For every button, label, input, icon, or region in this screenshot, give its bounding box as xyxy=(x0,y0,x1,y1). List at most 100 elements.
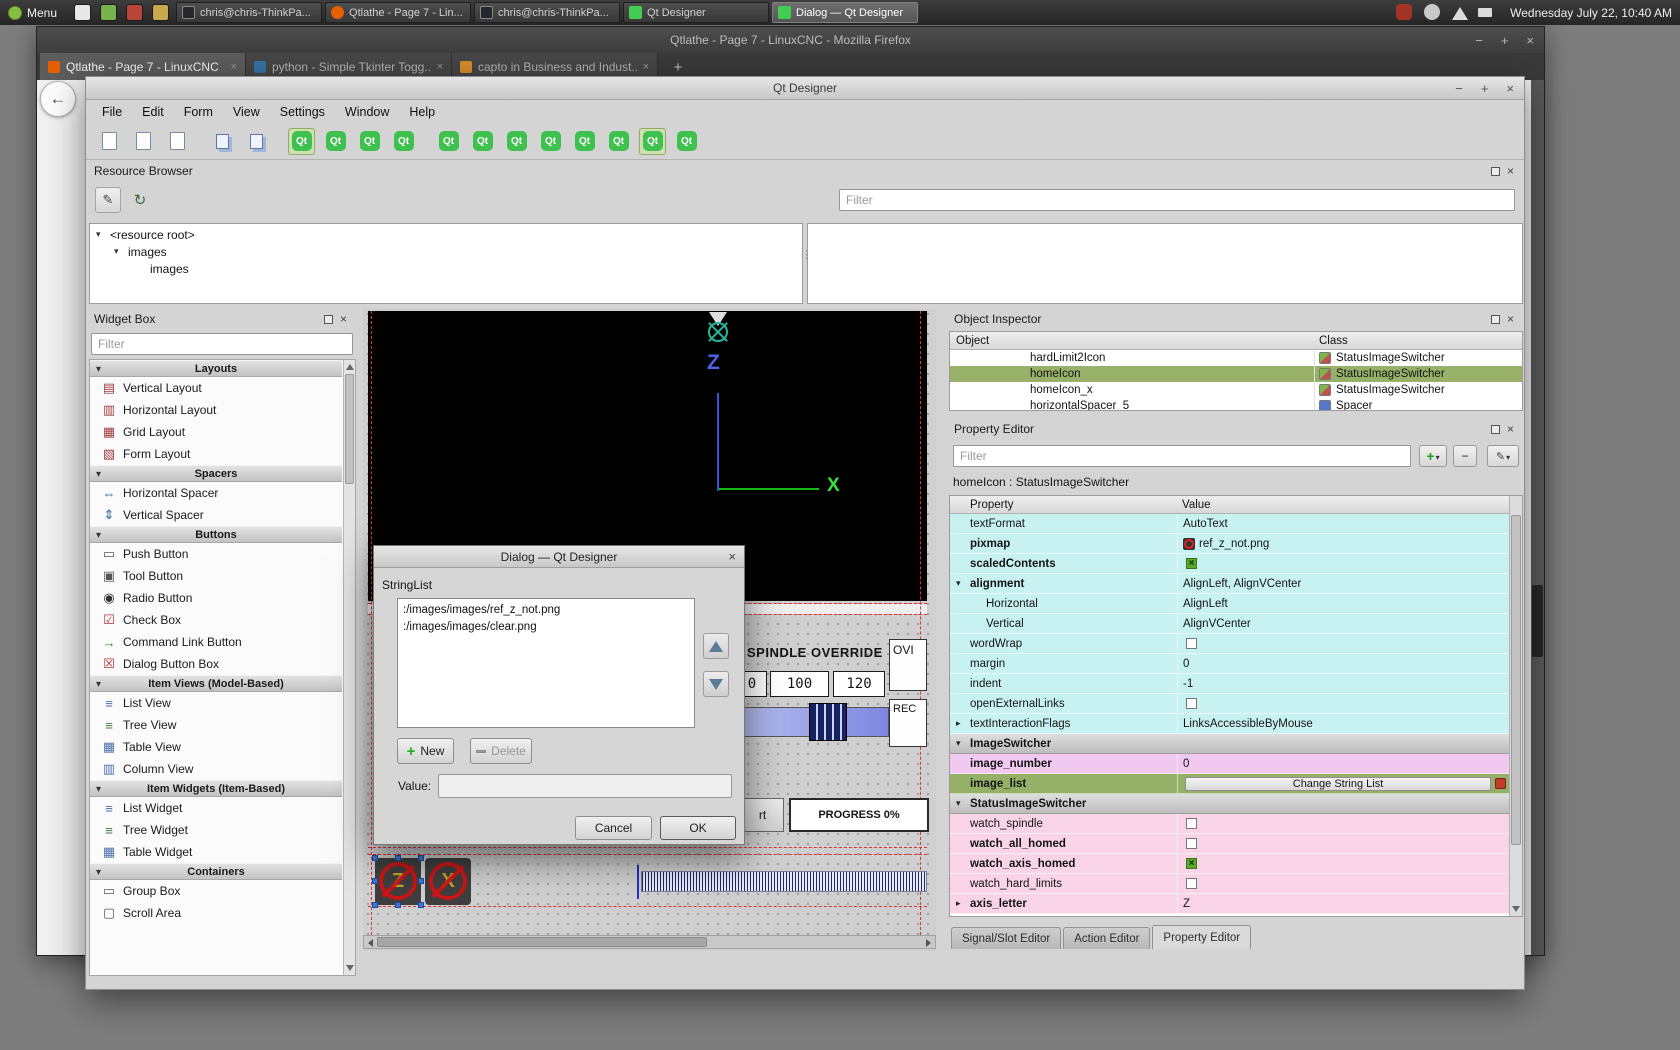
expand-arrow-icon[interactable] xyxy=(956,738,966,749)
toolbar-tool-button[interactable] xyxy=(571,128,598,155)
toolbar-tool-button[interactable] xyxy=(605,128,632,155)
string-list-box[interactable]: :/images/images/ref_z_not.png:/images/im… xyxy=(397,598,695,728)
property-value-cell[interactable] xyxy=(1177,834,1509,853)
qt-designer-titlebar[interactable]: Qt Designer − + × xyxy=(86,77,1524,100)
taskbar-window-button[interactable]: Qtlathe - Page 7 - Lin... xyxy=(325,2,471,23)
property-row[interactable]: watch_hard_limits xyxy=(950,874,1509,894)
expand-arrow-icon[interactable] xyxy=(956,898,966,909)
widget-box-row[interactable]: Buttons xyxy=(90,526,342,543)
launcher-folder-icon[interactable] xyxy=(152,4,169,21)
configure-property-editor-button[interactable]: ✎ xyxy=(1487,445,1519,467)
widget-box-row[interactable]: ▭ Push Button xyxy=(90,543,342,565)
property-row[interactable]: Vertical AlignVCenter AlignVCenter xyxy=(950,614,1509,634)
widget-box-filter-input[interactable] xyxy=(91,333,353,355)
property-value-cell[interactable] xyxy=(1177,694,1509,713)
home-z-status-icon[interactable]: Z xyxy=(375,858,421,905)
taskbar-window-button[interactable]: chris@chris-ThinkPa... xyxy=(474,2,620,23)
back-button[interactable] xyxy=(40,81,76,117)
widget-box-row[interactable]: ▦ Grid Layout xyxy=(90,421,342,443)
maximize-icon[interactable]: + xyxy=(1481,81,1489,96)
widget-box-row[interactable]: → Command Link Button xyxy=(90,631,342,653)
dock-close-icon[interactable] xyxy=(1507,313,1514,325)
property-value-cell[interactable]: 0 0 xyxy=(1177,754,1509,773)
selection-handle[interactable] xyxy=(418,878,424,884)
minimize-icon[interactable]: − xyxy=(1475,33,1483,48)
property-row[interactable]: scaledContents xyxy=(950,554,1509,574)
widget-box-scrollbar-thumb[interactable] xyxy=(345,374,354,484)
toolbar-tool-button[interactable] xyxy=(503,128,530,155)
property-row[interactable]: Horizontal AlignLeft AlignLeft xyxy=(950,594,1509,614)
new-button[interactable]: + New xyxy=(397,738,454,764)
property-checkbox[interactable] xyxy=(1186,698,1197,709)
dock-float-icon[interactable] xyxy=(324,315,333,324)
object-inspector-row[interactable]: hardLimit2Icon StatusImageSwitcher xyxy=(950,350,1522,366)
widget-box-row[interactable]: ≡ Tree View xyxy=(90,714,342,736)
property-row[interactable]: axis_letter Z Z xyxy=(950,894,1509,914)
property-row[interactable]: pixmap ref_z_not.png ref_z_not.png xyxy=(950,534,1509,554)
expand-arrow-icon[interactable] xyxy=(956,798,966,809)
tab-close-icon[interactable] xyxy=(231,61,237,73)
widget-box-row[interactable]: ⇕ Vertical Spacer xyxy=(90,504,342,526)
selection-handle[interactable] xyxy=(418,855,424,861)
dock-float-icon[interactable] xyxy=(1491,425,1500,434)
selection-handle[interactable] xyxy=(372,902,378,908)
battery-icon[interactable] xyxy=(1478,8,1492,17)
toolbar-mode-button[interactable] xyxy=(322,128,349,155)
property-row[interactable]: openExternalLinks xyxy=(950,694,1509,714)
toolbar-tool-button[interactable] xyxy=(537,128,564,155)
property-value-cell[interactable]: 0 0 xyxy=(1177,654,1509,673)
taskbar-window-button[interactable]: Dialog — Qt Designer xyxy=(772,2,918,23)
resource-tree-row[interactable]: ▾ images xyxy=(90,243,802,260)
toolbar-mode-button[interactable] xyxy=(288,128,315,155)
selection-handle[interactable] xyxy=(395,902,401,908)
minimize-icon[interactable]: − xyxy=(1455,81,1463,96)
selection-handle[interactable] xyxy=(395,855,401,861)
user-status-icon[interactable] xyxy=(1424,4,1440,20)
scroll-up-icon[interactable] xyxy=(346,364,354,370)
taskbar-window-button[interactable]: chris@chris-ThinkPa... xyxy=(176,2,322,23)
property-row[interactable]: textInteractionFlags LinksAccessibleByMo… xyxy=(950,714,1509,734)
object-inspector-row[interactable]: homeIcon_x StatusImageSwitcher xyxy=(950,382,1522,398)
property-row[interactable]: alignment AlignLeft, AlignVCenter AlignL… xyxy=(950,574,1509,594)
tab-close-icon[interactable] xyxy=(437,61,443,73)
resource-tree-row[interactable]: ▾ <resource root> xyxy=(90,226,802,243)
toolbar-file-button[interactable] xyxy=(96,128,123,155)
menubar-item[interactable]: File xyxy=(92,103,132,121)
toolbar-edit-button[interactable] xyxy=(209,128,236,155)
property-checkbox[interactable] xyxy=(1186,838,1197,849)
toolbar-tool-button[interactable] xyxy=(673,128,700,155)
scale-widget[interactable] xyxy=(641,871,927,892)
taskbar-clock[interactable]: Wednesday July 22, 10:40 AM xyxy=(1510,0,1672,25)
firefox-scrollbar[interactable] xyxy=(1531,80,1544,955)
property-row[interactable]: watch_all_homed xyxy=(950,834,1509,854)
widget-box-row[interactable]: ▥ Column View xyxy=(90,758,342,780)
widget-box-row[interactable]: ▣ Tool Button xyxy=(90,565,342,587)
maximize-icon[interactable]: + xyxy=(1501,33,1509,48)
property-value-cell[interactable]: -1 -1 xyxy=(1177,674,1509,693)
launcher-screenshot-icon[interactable] xyxy=(126,4,143,21)
toolbar-mode-button[interactable] xyxy=(356,128,383,155)
property-value-cell[interactable]: Change String List Change String List xyxy=(1177,774,1509,793)
property-value-cell[interactable]: Z Z xyxy=(1177,894,1509,913)
property-value-cell[interactable]: ref_z_not.png ref_z_not.png xyxy=(1177,534,1509,553)
property-checkbox[interactable] xyxy=(1186,818,1197,829)
restart-button-partial[interactable]: rt xyxy=(741,798,784,832)
reload-resources-button[interactable]: ↻ xyxy=(127,187,153,213)
property-value-cell[interactable] xyxy=(1177,634,1509,653)
column-header-value[interactable]: Value xyxy=(1177,499,1211,511)
resource-filter-input[interactable] xyxy=(839,189,1515,211)
editor-tab[interactable]: Action Editor xyxy=(1063,927,1150,949)
menubar-item[interactable]: Window xyxy=(335,103,399,121)
close-icon[interactable] xyxy=(728,549,736,564)
toolbar-file-button[interactable] xyxy=(130,128,157,155)
menu-button[interactable]: Menu xyxy=(0,0,65,25)
scroll-left-icon[interactable] xyxy=(368,939,373,947)
widget-box-row[interactable]: Spacers xyxy=(90,465,342,482)
widget-box-row[interactable]: ≡ List Widget xyxy=(90,797,342,819)
widget-box-row[interactable]: Layouts xyxy=(90,360,342,377)
dock-close-icon[interactable] xyxy=(340,313,347,325)
firefox-scrollbar-thumb[interactable] xyxy=(1532,585,1543,657)
editor-tab[interactable]: Property Editor xyxy=(1152,925,1251,949)
column-header-property[interactable]: Property xyxy=(950,499,1177,511)
add-dynamic-property-button[interactable]: + xyxy=(1419,445,1447,467)
